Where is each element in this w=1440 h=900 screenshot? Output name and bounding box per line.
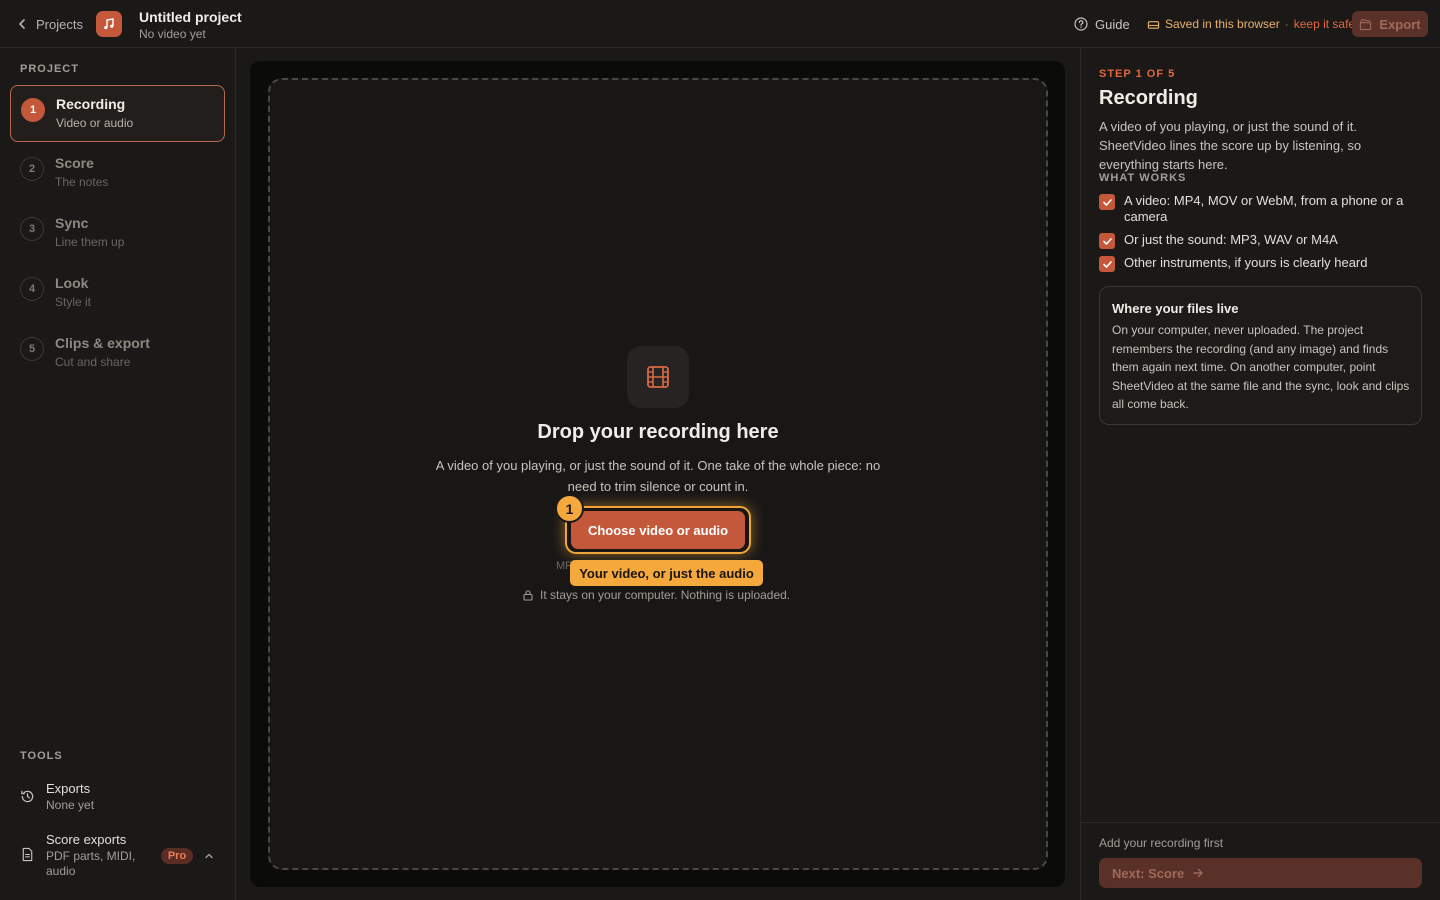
next-score-button[interactable]: Next: Score (1099, 858, 1422, 888)
guide-button[interactable]: Guide (1074, 14, 1130, 34)
checkmark-icon (1099, 256, 1115, 272)
sidebar-step-sync[interactable]: 3 Sync Line them up (10, 205, 225, 262)
dropzone-description: A video of you playing, or just the soun… (435, 458, 881, 494)
back-label: Projects (36, 16, 83, 32)
step-subtitle: Cut and share (55, 355, 131, 369)
step-title: Recording (56, 96, 126, 112)
saved-label: Saved in this browser (1165, 17, 1280, 31)
step-title: Clips & export (55, 335, 150, 351)
step-subtitle: Style it (55, 295, 92, 309)
back-to-projects-link[interactable]: Projects (16, 14, 83, 34)
tools-section-heading: TOOLS (20, 750, 63, 762)
save-status: Saved in this browser · keep it safe (1147, 15, 1355, 33)
what-works-item: A video: MP4, MOV or WebM, from a phone … (1099, 193, 1409, 225)
checkmark-icon (1099, 233, 1115, 249)
dropzone-title: Drop your recording here (537, 421, 779, 443)
step-number: 5 (20, 337, 44, 361)
tool-title: Exports (46, 781, 91, 796)
history-icon (21, 790, 34, 803)
keep-it-safe-link[interactable]: keep it safe (1294, 17, 1355, 31)
privacy-note: It stays on your computer. Nothing is up… (522, 587, 790, 603)
chevron-left-icon (19, 19, 25, 29)
step-subtitle: The notes (55, 175, 109, 189)
clapperboard-icon (1360, 18, 1372, 30)
onboarding-tooltip: Your video, or just the audio (570, 560, 763, 586)
chevron-up-icon[interactable] (202, 849, 216, 863)
step-title: Score (55, 155, 94, 171)
tool-exports[interactable]: Exports None yet (20, 781, 220, 815)
pro-badge: Pro (161, 848, 193, 864)
project-title[interactable]: Untitled project (139, 9, 242, 25)
sidebar-step-look[interactable]: 4 Look Style it (10, 265, 225, 322)
files-info-card: Where your files live On your computer, … (1099, 286, 1422, 425)
what-works-heading: WHAT WORKS (1099, 172, 1187, 184)
step-number: 4 (20, 277, 44, 301)
step-kicker: STEP 1 OF 5 (1099, 68, 1176, 80)
files-card-body: On your computer, never uploaded. The pr… (1112, 323, 1410, 412)
panel-description: A video of you playing, or just the soun… (1099, 119, 1362, 172)
step-subtitle: Video or audio (56, 116, 134, 130)
guide-label: Guide (1095, 16, 1130, 32)
panel-title: Recording (1099, 87, 1198, 109)
tool-title: Score exports (46, 832, 127, 847)
lock-icon (523, 590, 533, 601)
what-works-item: Other instruments, if yours is clearly h… (1099, 255, 1409, 273)
step-subtitle: Line them up (55, 235, 125, 249)
privacy-note-text: It stays on your computer. Nothing is up… (540, 588, 791, 602)
step-number: 2 (20, 157, 44, 181)
tool-subtitle: None yet (46, 798, 95, 812)
sidebar-step-recording[interactable]: 1 Recording Video or audio (10, 85, 225, 142)
footer-hint: Add your recording first (1099, 836, 1224, 850)
sidebar-step-score[interactable]: 2 Score The notes (10, 145, 225, 202)
tool-subtitle: PDF parts, MIDI, audio (46, 849, 136, 878)
what-works-item: Or just the sound: MP3, WAV or M4A (1099, 232, 1409, 250)
next-button-label: Next: Score (1112, 865, 1185, 881)
saved-separator: · (1284, 17, 1289, 31)
checkmark-icon (1099, 194, 1115, 210)
files-card-title: Where your files live (1112, 301, 1239, 316)
step-title: Sync (55, 215, 89, 231)
project-section-heading: PROJECT (20, 63, 79, 75)
arrow-right-icon (1193, 868, 1203, 878)
sidebar-step-clips-export[interactable]: 5 Clips & export Cut and share (10, 325, 225, 382)
what-works-text: Other instruments, if yours is clearly h… (1124, 255, 1368, 270)
step-number: 1 (21, 98, 45, 122)
onboarding-step-badge: 1 (555, 494, 584, 523)
help-circle-icon (1074, 17, 1088, 31)
export-label: Export (1379, 16, 1421, 32)
what-works-text: Or just the sound: MP3, WAV or M4A (1124, 232, 1338, 247)
film-icon (627, 346, 689, 408)
step-number: 3 (20, 217, 44, 241)
choose-video-or-audio-button[interactable]: Choose video or audio (571, 511, 745, 549)
what-works-text: A video: MP4, MOV or WebM, from a phone … (1124, 193, 1404, 224)
document-icon (22, 847, 33, 862)
step-title: Look (55, 275, 89, 291)
music-note-icon (96, 11, 122, 37)
project-subtitle: No video yet (139, 27, 206, 41)
hard-drive-icon (1147, 20, 1160, 29)
top-bar: Projects Untitled project No video yet G… (0, 0, 1440, 48)
export-button[interactable]: Export (1352, 11, 1428, 37)
